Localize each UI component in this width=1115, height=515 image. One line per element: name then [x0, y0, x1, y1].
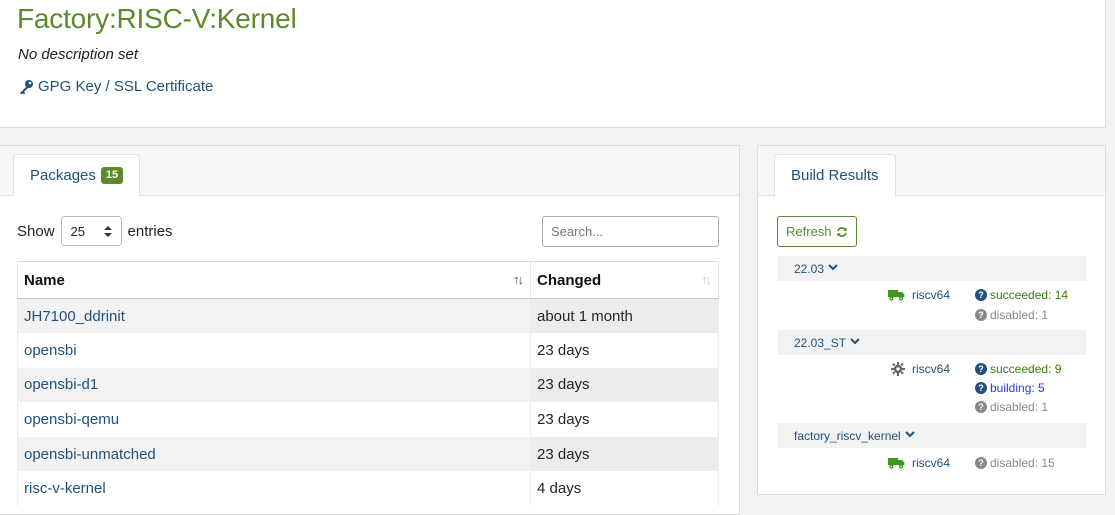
project-description: No description set — [18, 46, 139, 63]
truck-icon — [888, 290, 905, 301]
tab-build-results[interactable]: Build Results — [774, 154, 896, 197]
status-disabled[interactable]: ? disabled: 1 — [975, 308, 1048, 322]
table-row: opensbi 23 days — [17, 333, 719, 368]
package-changed: 23 days — [530, 333, 719, 368]
status-building[interactable]: ? building: 5 — [975, 381, 1045, 395]
help-icon: ? — [975, 309, 987, 321]
tab-packages-label: Packages — [30, 167, 96, 184]
package-link[interactable]: opensbi — [24, 342, 77, 359]
sort-icon: ↑↓ — [701, 272, 712, 287]
package-link[interactable]: opensbi-unmatched — [24, 446, 156, 463]
status-succeeded[interactable]: ? succeeded: 14 — [975, 288, 1068, 302]
status-disabled[interactable]: ? disabled: 1 — [975, 400, 1048, 414]
page-title: Factory:RISC-V:Kernel — [17, 3, 297, 34]
build-results-tabs: Build Results — [758, 146, 1105, 197]
build-results-panel: Build Results Refresh 22.03 riscv64 ? su… — [757, 145, 1106, 495]
show-entries-control: Show 25 entries — [17, 216, 173, 246]
package-count-badge: 15 — [100, 167, 124, 184]
status-succeeded[interactable]: ? succeeded: 9 — [975, 362, 1061, 376]
package-link[interactable]: JH7100_ddrinit — [24, 308, 125, 325]
repo-header-22.03[interactable]: 22.03 — [778, 256, 1086, 281]
chevron-down-icon — [850, 337, 860, 348]
package-link[interactable]: risc-v-kernel — [24, 480, 106, 497]
truck-icon — [888, 458, 905, 469]
table-row: risc-v-kernel 4 days — [17, 471, 719, 507]
chevron-down-icon — [828, 263, 838, 274]
packages-table: Name ↑↓ Changed ↑↓ JH7100_ddrinit about … — [17, 261, 719, 507]
packages-tabs: Packages 15 — [0, 146, 739, 197]
arch-label: riscv64 — [912, 456, 951, 470]
sort-ascending-icon: ↑↓ — [513, 272, 524, 287]
repo-header-22.03-st[interactable]: 22.03_ST — [778, 330, 1086, 355]
gear-icon — [891, 362, 905, 376]
entries-label: entries — [127, 222, 173, 240]
help-icon: ? — [975, 457, 987, 469]
refresh-label: Refresh — [786, 224, 832, 239]
table-row: JH7100_ddrinit about 1 month — [17, 298, 719, 334]
refresh-button[interactable]: Refresh — [777, 216, 857, 247]
entries-per-page-select[interactable]: 25 — [60, 216, 122, 246]
help-icon: ? — [975, 382, 987, 394]
arch-label: riscv64 — [912, 362, 951, 376]
arch-row[interactable]: riscv64 — [888, 362, 966, 376]
table-row: opensbi-d1 23 days — [17, 367, 719, 403]
package-changed: about 1 month — [530, 298, 719, 334]
arch-row[interactable]: riscv64 — [888, 288, 966, 302]
status-disabled[interactable]: ? disabled: 15 — [975, 456, 1055, 470]
arch-row[interactable]: riscv64 — [888, 456, 966, 470]
help-icon: ? — [975, 401, 987, 413]
gpg-key-label: GPG Key / SSL Certificate — [38, 78, 214, 95]
package-changed: 23 days — [530, 436, 719, 472]
package-changed: 23 days — [530, 367, 719, 403]
show-label: Show — [17, 222, 55, 240]
chevron-down-icon — [905, 430, 915, 441]
key-icon — [20, 79, 33, 94]
tab-packages[interactable]: Packages 15 — [13, 154, 141, 197]
sort-updown-icon — [103, 225, 112, 237]
package-link[interactable]: opensbi-d1 — [24, 376, 98, 393]
project-header: Factory:RISC-V:Kernel No description set… — [0, 0, 1106, 128]
entries-per-page-value: 25 — [70, 223, 85, 239]
repo-header-factory-riscv-kernel[interactable]: factory_riscv_kernel — [778, 423, 1086, 448]
refresh-icon — [836, 226, 847, 237]
package-link[interactable]: opensbi-qemu — [24, 411, 119, 428]
packages-panel: Packages 15 Show 25 entries Name ↑↓ Chan… — [0, 145, 740, 515]
help-icon: ? — [975, 363, 987, 375]
gpg-key-link[interactable]: GPG Key / SSL Certificate — [18, 78, 213, 95]
package-changed: 23 days — [530, 402, 719, 437]
table-row: opensbi-unmatched 23 days — [17, 436, 719, 472]
column-header-name[interactable]: Name ↑↓ — [17, 261, 531, 299]
column-header-changed[interactable]: Changed ↑↓ — [530, 261, 719, 299]
arch-label: riscv64 — [912, 288, 951, 302]
package-search-input[interactable] — [542, 216, 719, 247]
table-row: opensbi-qemu 23 days — [17, 402, 719, 437]
help-icon: ? — [975, 289, 987, 301]
package-changed: 4 days — [530, 471, 719, 507]
